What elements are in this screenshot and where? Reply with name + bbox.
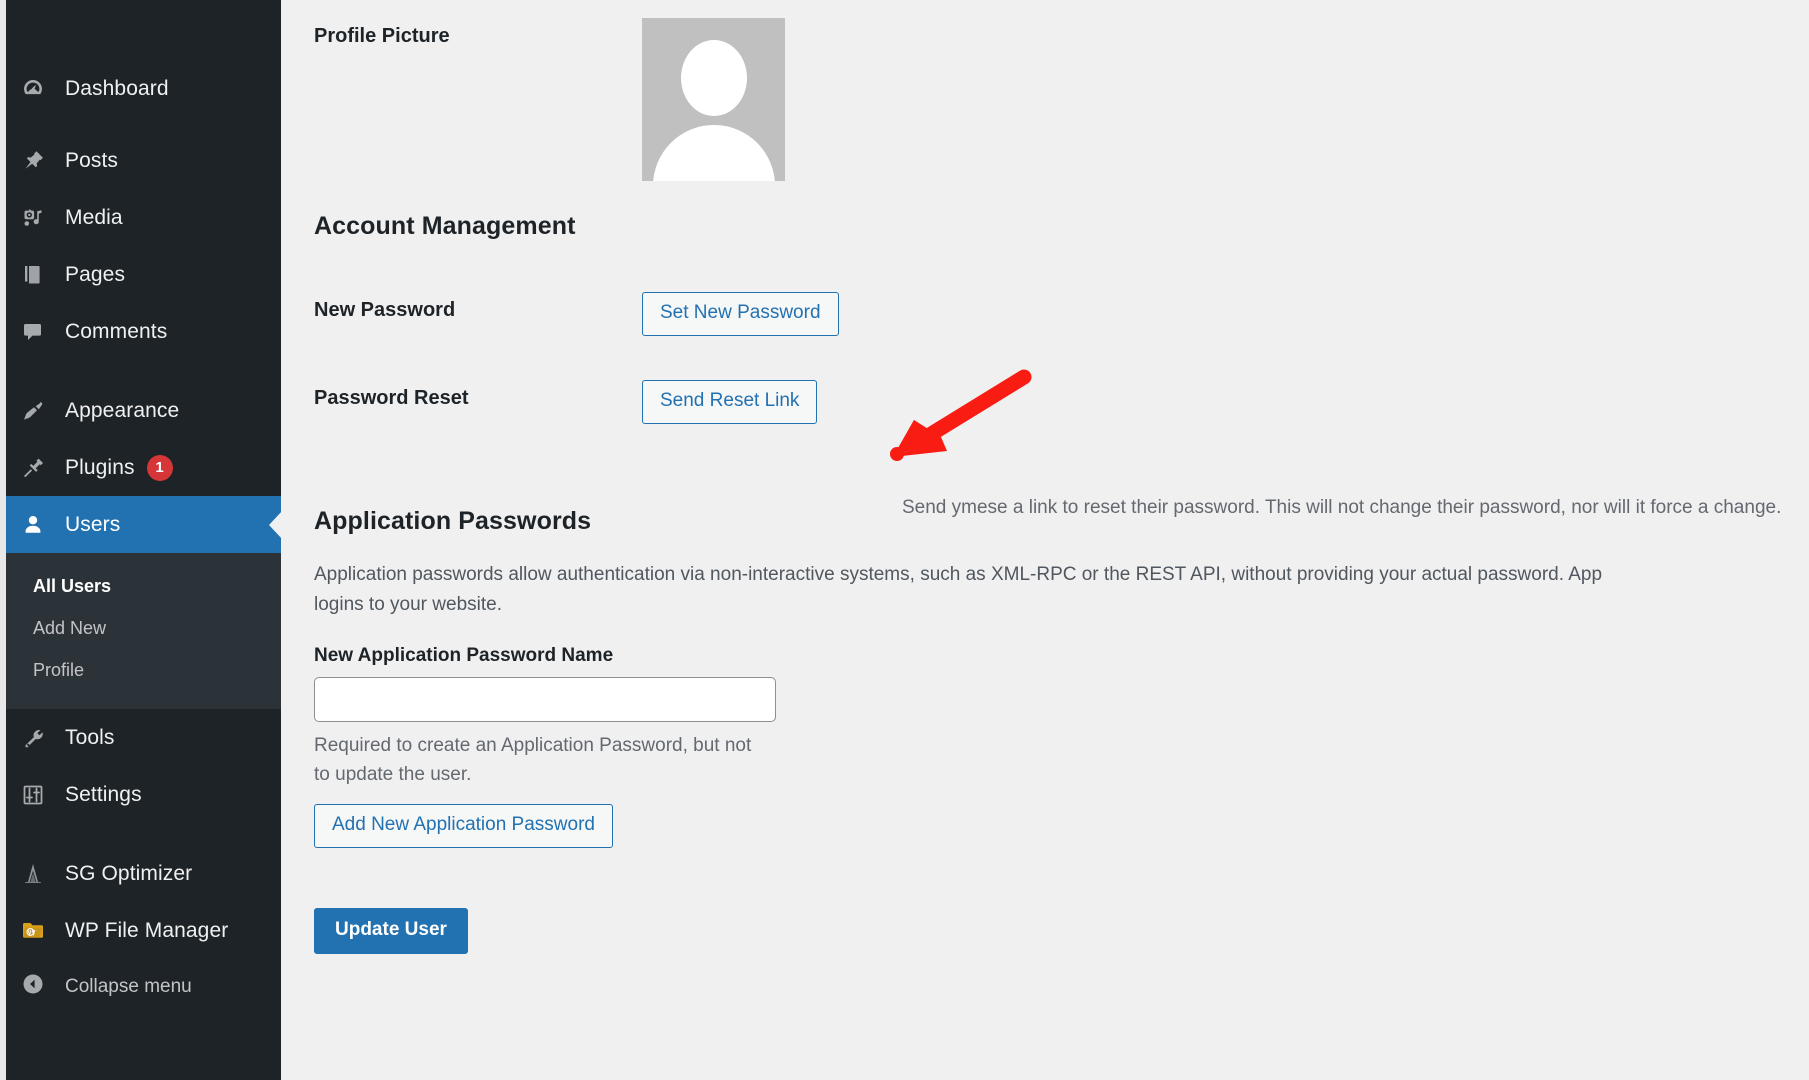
account-management-heading: Account Management: [314, 212, 576, 240]
new-password-label: New Password: [314, 299, 456, 321]
wp-admin-screen: Dashboard Posts Media Pages Comments App…: [0, 0, 1809, 1080]
sidebar-item-label: WP File Manager: [65, 918, 229, 942]
collapse-menu-label: Collapse menu: [65, 975, 192, 997]
new-application-password-name-block: New Application Password Name Required t…: [314, 645, 814, 790]
sidebar-item-label: SG Optimizer: [65, 861, 193, 885]
pages-icon: [21, 263, 65, 287]
sidebar-item-sg-optimizer[interactable]: SG Optimizer: [6, 845, 281, 902]
user-icon: [21, 513, 65, 537]
sidebar-subitem-label: Profile: [33, 659, 85, 680]
sidebar-item-dashboard[interactable]: Dashboard: [6, 60, 281, 117]
new-application-password-name-help: Required to create an Application Passwo…: [314, 731, 814, 790]
dashboard-icon: [21, 77, 65, 101]
new-application-password-name-help-line1: Required to create an Application Passwo…: [314, 735, 752, 756]
sidebar-subitem-add-new[interactable]: Add New: [6, 607, 281, 649]
sidebar-item-label: Dashboard: [65, 76, 169, 100]
sidebar-item-media[interactable]: Media: [6, 189, 281, 246]
application-passwords-description-line1: Application passwords allow authenticati…: [314, 564, 1603, 585]
sidebar-subitem-all-users[interactable]: All Users: [6, 565, 281, 607]
sidebar-item-label: Settings: [65, 782, 142, 806]
add-new-application-password-button[interactable]: Add New Application Password: [314, 804, 613, 848]
new-application-password-name-input[interactable]: [314, 677, 776, 722]
sidebar-item-pages[interactable]: Pages: [6, 246, 281, 303]
set-new-password-button[interactable]: Set New Password: [642, 292, 839, 336]
sidebar-item-label: Media: [65, 205, 123, 229]
sidebar-item-label: Tools: [65, 725, 115, 749]
sidebar-divider: [6, 360, 281, 382]
sidebar-item-label: Comments: [65, 319, 168, 343]
paintbrush-icon: [21, 399, 65, 423]
profile-picture-row: Profile Picture: [314, 18, 785, 181]
admin-sidebar-menu: Dashboard Posts Media Pages Comments App…: [0, 0, 281, 1080]
sidebar-subitem-label: All Users: [33, 575, 112, 596]
sidebar-subitem-profile[interactable]: Profile: [6, 649, 281, 691]
avatar: [642, 18, 785, 181]
sidebar-item-tools[interactable]: Tools: [6, 709, 281, 766]
sidebar-submenu-users: All Users Add New Profile: [6, 553, 281, 709]
sidebar-item-posts[interactable]: Posts: [6, 132, 281, 189]
pin-icon: [21, 149, 65, 173]
plug-icon: [21, 456, 65, 480]
password-reset-row: Password Reset Send Reset Link: [314, 380, 818, 424]
collapse-menu-button[interactable]: Collapse menu: [6, 959, 281, 1014]
plugins-update-badge: 1: [146, 454, 173, 481]
application-passwords-description: Application passwords allow authenticati…: [314, 560, 1602, 621]
new-password-row: New Password Set New Password: [314, 292, 839, 336]
main-content: Profile Picture Account Management New P…: [281, 0, 1809, 1080]
update-user-button[interactable]: Update User: [314, 908, 468, 954]
sidebar-item-plugins[interactable]: Plugins 1: [6, 439, 281, 496]
sidebar-item-wp-file-manager[interactable]: WP File Manager: [6, 902, 281, 959]
sidebar-item-label: Pages: [65, 262, 126, 286]
sidebar-divider: [6, 823, 281, 845]
application-passwords-heading: Application Passwords: [314, 507, 592, 535]
avatar-head-shape: [680, 40, 747, 116]
send-reset-link-button[interactable]: Send Reset Link: [642, 380, 818, 424]
collapse-left-icon: [21, 972, 65, 1002]
sidebar-item-users[interactable]: Users: [6, 496, 281, 553]
profile-picture-label: Profile Picture: [314, 25, 450, 47]
sidebar-item-label: Users: [65, 512, 121, 536]
comments-icon: [21, 320, 65, 344]
sg-optimizer-icon: [21, 862, 65, 886]
sidebar-top-spacer: [6, 0, 281, 60]
sidebar-divider: [6, 117, 281, 132]
sidebar-item-comments[interactable]: Comments: [6, 303, 281, 360]
folder-wp-icon: [21, 919, 65, 943]
media-icon: [21, 206, 65, 230]
sidebar-item-appearance[interactable]: Appearance: [6, 382, 281, 439]
new-application-password-name-help-line2: to update the user.: [314, 764, 472, 786]
password-reset-label: Password Reset: [314, 387, 469, 409]
sidebar-item-label: Plugins: [65, 455, 135, 479]
application-passwords-description-line2: logins to your website.: [314, 594, 502, 616]
new-application-password-name-label: New Application Password Name: [314, 645, 614, 666]
sidebar-subitem-label: Add New: [33, 617, 107, 638]
settings-icon: [21, 783, 65, 807]
avatar-body-shape: [652, 125, 775, 181]
password-reset-help-text: Send ymese a link to reset their passwor…: [902, 497, 1782, 518]
sidebar-item-label: Appearance: [65, 398, 180, 422]
sidebar-item-label: Posts: [65, 148, 119, 172]
sidebar-item-settings[interactable]: Settings: [6, 766, 281, 823]
wrench-icon: [21, 726, 65, 750]
